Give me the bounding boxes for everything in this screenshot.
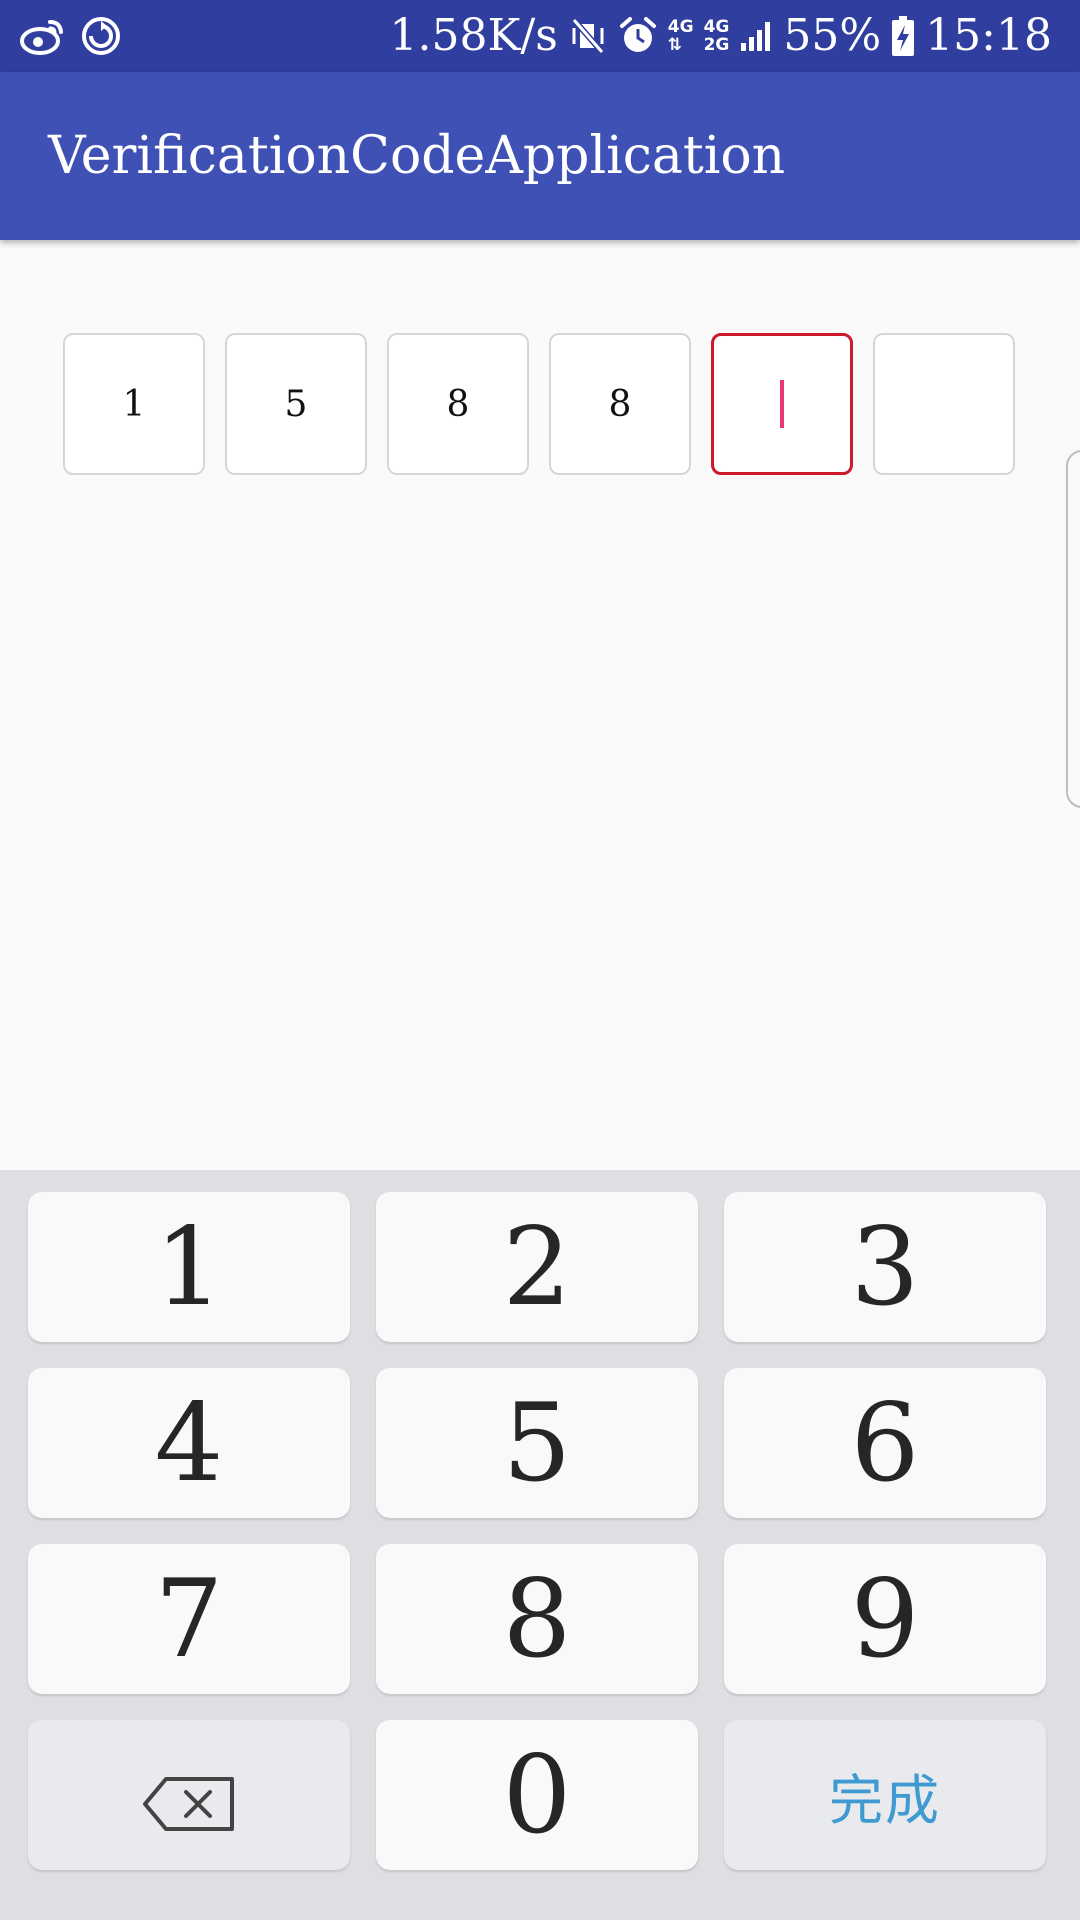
app-title: VerificationCodeApplication [48, 126, 786, 186]
code-box-4[interactable]: 8 [549, 333, 691, 475]
key-4[interactable]: 4 [28, 1368, 350, 1518]
key-7[interactable]: 7 [28, 1544, 350, 1694]
code-input-row[interactable]: 1 5 8 8 [63, 333, 1015, 475]
code-box-1[interactable]: 1 [63, 333, 205, 475]
signal-icon [739, 19, 773, 53]
sync-icon [80, 15, 122, 57]
weibo-icon [20, 16, 66, 56]
key-2[interactable]: 2 [376, 1192, 698, 1342]
key-9[interactable]: 9 [724, 1544, 1046, 1694]
vibrate-mute-icon [568, 16, 608, 56]
key-5[interactable]: 5 [376, 1368, 698, 1518]
network-speed: 1.58K/s [389, 10, 558, 61]
backspace-key[interactable] [28, 1720, 350, 1870]
key-0[interactable]: 0 [376, 1720, 698, 1870]
app-bar: VerificationCodeApplication [0, 72, 1080, 240]
clock: 15:18 [925, 10, 1052, 61]
edge-panel-handle[interactable] [1066, 450, 1080, 808]
code-box-6[interactable] [873, 333, 1015, 475]
key-1[interactable]: 1 [28, 1192, 350, 1342]
code-box-2[interactable]: 5 [225, 333, 367, 475]
network-type-secondary-icon: 4G 2G [704, 18, 730, 54]
key-8[interactable]: 8 [376, 1544, 698, 1694]
data-arrows-icon: ⇅ [667, 35, 683, 55]
battery-percent: 55% [783, 10, 882, 61]
alarm-icon [618, 16, 658, 56]
status-bar: 1.58K/s 4G ⇅ 4G 2G 55% 15:18 [0, 0, 1080, 72]
network-type-label-top: 4G [703, 17, 730, 37]
backspace-icon [142, 1733, 236, 1858]
network-type-label-bottom: 2G [703, 35, 730, 55]
network-type-label: 4G [667, 17, 694, 37]
code-box-5-active[interactable] [711, 333, 853, 475]
done-key[interactable]: 完成 [724, 1720, 1046, 1870]
text-cursor [780, 380, 784, 428]
battery-charging-icon [891, 15, 915, 57]
code-box-3[interactable]: 8 [387, 333, 529, 475]
key-6[interactable]: 6 [724, 1368, 1046, 1518]
numeric-keypad: 1 2 3 4 5 6 7 8 9 0 完成 [0, 1170, 1080, 1920]
key-3[interactable]: 3 [724, 1192, 1046, 1342]
network-type-icon: 4G ⇅ [668, 18, 694, 54]
